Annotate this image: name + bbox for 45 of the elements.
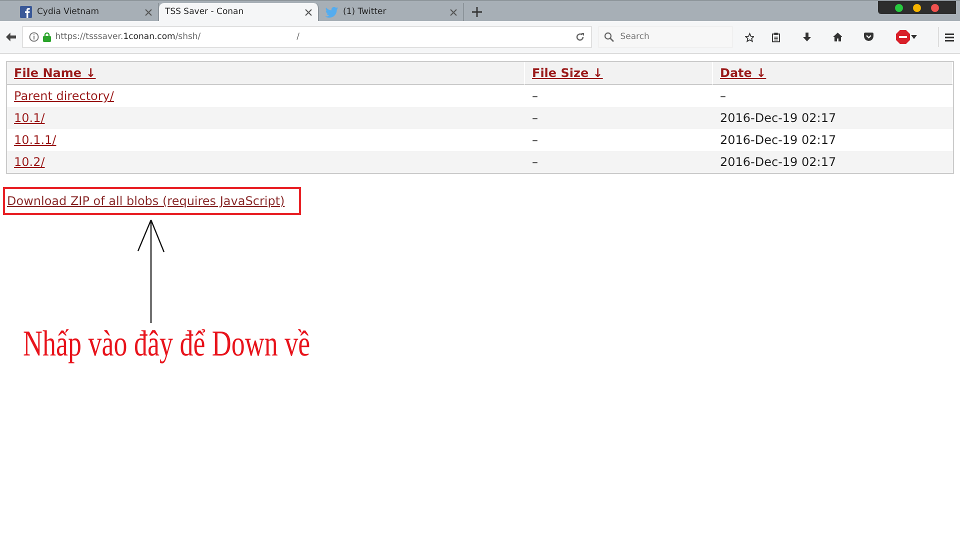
table-cell: – (720, 89, 726, 103)
bookmark-star-icon[interactable] (744, 30, 754, 44)
home-icon[interactable] (832, 31, 842, 43)
url-text: https://tsssaver.1conan.com/shsh/ (55, 32, 201, 42)
facebook-icon (20, 6, 32, 18)
directory-link[interactable]: 10.1.1/ (14, 133, 56, 147)
info-icon[interactable] (29, 32, 40, 42)
download-icon[interactable] (802, 31, 811, 43)
table-cell: – (532, 155, 538, 169)
column-header[interactable]: Date ↓ (720, 66, 766, 80)
bird-icon (325, 6, 338, 18)
annotation-text: Nhấp vào đây để Down về (23, 323, 310, 365)
menu-icon[interactable] (944, 32, 954, 42)
table-cell: 2016-Dec-19 02:17 (720, 111, 836, 125)
directory-link[interactable]: 10.1/ (14, 111, 45, 125)
column-header[interactable]: File Name ↓ (14, 66, 96, 80)
search-field[interactable]: Search (598, 26, 733, 48)
back-icon[interactable] (6, 31, 16, 43)
table-cell: – (532, 133, 538, 147)
url-text: / (296, 32, 300, 42)
lock-icon (43, 32, 52, 42)
browser-tab[interactable]: TSS Saver - Conan (159, 3, 319, 21)
table-cell: – (532, 89, 538, 103)
table-cell: 2016-Dec-19 02:17 (720, 155, 836, 169)
close-icon[interactable] (145, 8, 152, 16)
search-icon (604, 32, 614, 42)
pocket-icon[interactable] (864, 31, 874, 43)
clipboard-icon[interactable] (772, 30, 780, 44)
table-cell: – (532, 111, 538, 125)
address-bar[interactable]: https://tsssaver.1conan.com/shsh/ / (22, 26, 592, 48)
close-icon[interactable] (931, 4, 939, 12)
close-icon[interactable] (305, 8, 312, 16)
adblock-button[interactable] (896, 30, 918, 44)
arrow-icon (135, 219, 167, 323)
close-icon[interactable] (450, 8, 457, 16)
minimize-icon[interactable] (913, 4, 921, 12)
directory-link[interactable]: 10.2/ (14, 155, 45, 169)
caret-icon (911, 35, 918, 39)
download-link[interactable]: Download ZIP of all blobs (requires JavaScript) (7, 194, 285, 208)
directory-link[interactable]: Parent directory/ (14, 89, 114, 103)
maximize-icon[interactable] (895, 4, 903, 12)
stop-sign-icon (896, 30, 910, 44)
table-cell: 2016-Dec-19 02:17 (720, 133, 836, 147)
reload-icon[interactable] (575, 32, 586, 42)
new-tab-icon[interactable] (472, 7, 482, 17)
